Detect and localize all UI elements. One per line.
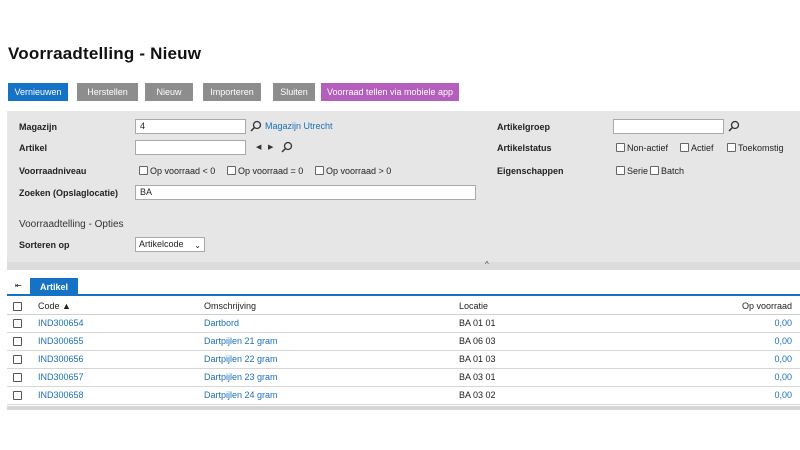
new-button[interactable]: Nieuw — [145, 83, 193, 101]
sort-select[interactable]: Artikelcode ⌄ — [135, 237, 205, 252]
table-row[interactable]: IND300657 Dartpijlen 23 gram BA 03 01 0,00 — [7, 369, 800, 387]
table-footer-bar — [7, 406, 800, 410]
table-row[interactable]: IND300654 Dartbord BA 01 01 0,00 — [7, 315, 800, 333]
row-code-link[interactable]: IND300658 — [38, 387, 84, 404]
row-stock[interactable]: 0,00 — [687, 351, 792, 368]
row-location: BA 03 02 — [459, 390, 496, 400]
warehouse-label: Magazijn — [19, 122, 58, 132]
next-arrow-icon[interactable]: ▶ — [268, 143, 273, 151]
article-label: Artikel — [19, 143, 48, 153]
row-location: BA 06 03 — [459, 336, 496, 346]
page-title: Voorraadtelling - Nieuw — [8, 44, 202, 63]
row-code-link[interactable]: IND300654 — [38, 315, 84, 332]
reset-button[interactable]: Herstellen — [77, 83, 138, 101]
chevron-down-icon: ⌄ — [194, 241, 201, 250]
filter-panel: Magazijn 4 Magazijn Utrecht Artikel ◀ ▶ … — [7, 111, 800, 262]
table-row[interactable]: IND300658 Dartpijlen 24 gram BA 03 02 0,00 — [7, 387, 800, 405]
inactive-label: Non-actief — [627, 143, 669, 153]
active-checkbox[interactable] — [680, 143, 689, 152]
future-label: Toekomstig — [738, 143, 784, 153]
row-code-link[interactable]: IND300657 — [38, 369, 84, 386]
search-icon[interactable] — [281, 141, 293, 153]
stock-level-label: Voorraadniveau — [19, 166, 87, 176]
table-header: Code ▲ Omschrijving Locatie Op voorraad — [7, 298, 800, 315]
row-stock[interactable]: 0,00 — [687, 387, 792, 404]
import-button[interactable]: Importeren — [203, 83, 261, 101]
column-description[interactable]: Omschrijving — [204, 298, 256, 315]
row-description-link[interactable]: Dartbord — [204, 315, 239, 332]
chevron-up-icon[interactable]: ^ — [485, 260, 489, 269]
sort-select-value: Artikelcode — [139, 239, 184, 249]
row-checkbox[interactable] — [13, 355, 22, 364]
column-code[interactable]: Code ▲ — [38, 298, 71, 315]
select-all-checkbox[interactable] — [13, 302, 22, 311]
article-status-label: Artikelstatus — [497, 143, 552, 153]
previous-arrow-icon[interactable]: ◀ — [256, 143, 261, 151]
row-description-link[interactable]: Dartpijlen 23 gram — [204, 369, 278, 386]
future-checkbox[interactable] — [727, 143, 736, 152]
active-label: Actief — [691, 143, 714, 153]
row-location: BA 01 01 — [459, 318, 496, 328]
table-row[interactable]: IND300656 Dartpijlen 22 gram BA 01 03 0,00 — [7, 351, 800, 369]
stock-zero-checkbox[interactable] — [227, 166, 236, 175]
article-group-input[interactable] — [613, 119, 724, 134]
tab-bar: ⇤ Artikel — [7, 278, 800, 296]
article-input[interactable] — [135, 140, 246, 155]
row-stock[interactable]: 0,00 — [687, 315, 792, 332]
search-icon[interactable] — [250, 120, 262, 132]
row-stock[interactable]: 0,00 — [687, 333, 792, 350]
row-checkbox[interactable] — [13, 373, 22, 382]
search-location-label: Zoeken (Opslaglocatie) — [19, 188, 119, 198]
search-icon[interactable] — [728, 120, 740, 132]
stock-above-zero-label: Op voorraad > 0 — [326, 166, 392, 176]
inactive-checkbox[interactable] — [616, 143, 625, 152]
sort-label: Sorteren op — [19, 240, 70, 250]
row-location: BA 01 03 — [459, 354, 496, 364]
column-location[interactable]: Locatie — [459, 298, 488, 315]
article-table: Code ▲ Omschrijving Locatie Op voorraad … — [7, 298, 800, 405]
row-location: BA 03 01 — [459, 372, 496, 382]
row-description-link[interactable]: Dartpijlen 24 gram — [204, 387, 278, 404]
article-group-label: Artikelgroep — [497, 122, 551, 132]
refresh-button[interactable]: Vernieuwen — [8, 83, 68, 101]
batch-checkbox[interactable] — [650, 166, 659, 175]
stock-zero-label: Op voorraad = 0 — [238, 166, 304, 176]
properties-label: Eigenschappen — [497, 166, 564, 176]
pin-icon[interactable]: ⇤ — [15, 281, 22, 290]
stock-above-zero-checkbox[interactable] — [315, 166, 324, 175]
serial-checkbox[interactable] — [616, 166, 625, 175]
row-description-link[interactable]: Dartpijlen 21 gram — [204, 333, 278, 350]
collapse-bar[interactable]: ^ — [7, 260, 800, 270]
stock-below-zero-checkbox[interactable] — [139, 166, 148, 175]
row-checkbox[interactable] — [13, 391, 22, 400]
search-location-input[interactable]: BA — [135, 185, 476, 200]
row-code-link[interactable]: IND300655 — [38, 333, 84, 350]
table-row[interactable]: IND300655 Dartpijlen 21 gram BA 06 03 0,00 — [7, 333, 800, 351]
row-description-link[interactable]: Dartpijlen 22 gram — [204, 351, 278, 368]
batch-label: Batch — [661, 166, 685, 176]
close-button[interactable]: Sluiten — [273, 83, 315, 101]
row-checkbox[interactable] — [13, 319, 22, 328]
row-code-link[interactable]: IND300656 — [38, 351, 84, 368]
tab-artikel[interactable]: Artikel — [30, 278, 78, 296]
warehouse-link[interactable]: Magazijn Utrecht — [265, 121, 333, 131]
row-checkbox[interactable] — [13, 337, 22, 346]
stock-below-zero-label: Op voorraad < 0 — [150, 166, 216, 176]
mobile-count-button[interactable]: Voorraad tellen via mobiele app — [321, 83, 459, 101]
options-title: Voorraadtelling - Opties — [19, 219, 124, 230]
row-stock[interactable]: 0,00 — [687, 369, 792, 386]
warehouse-input[interactable]: 4 — [135, 119, 246, 134]
serial-label: Serie — [627, 166, 649, 176]
column-stock[interactable]: Op voorraad — [687, 298, 792, 315]
